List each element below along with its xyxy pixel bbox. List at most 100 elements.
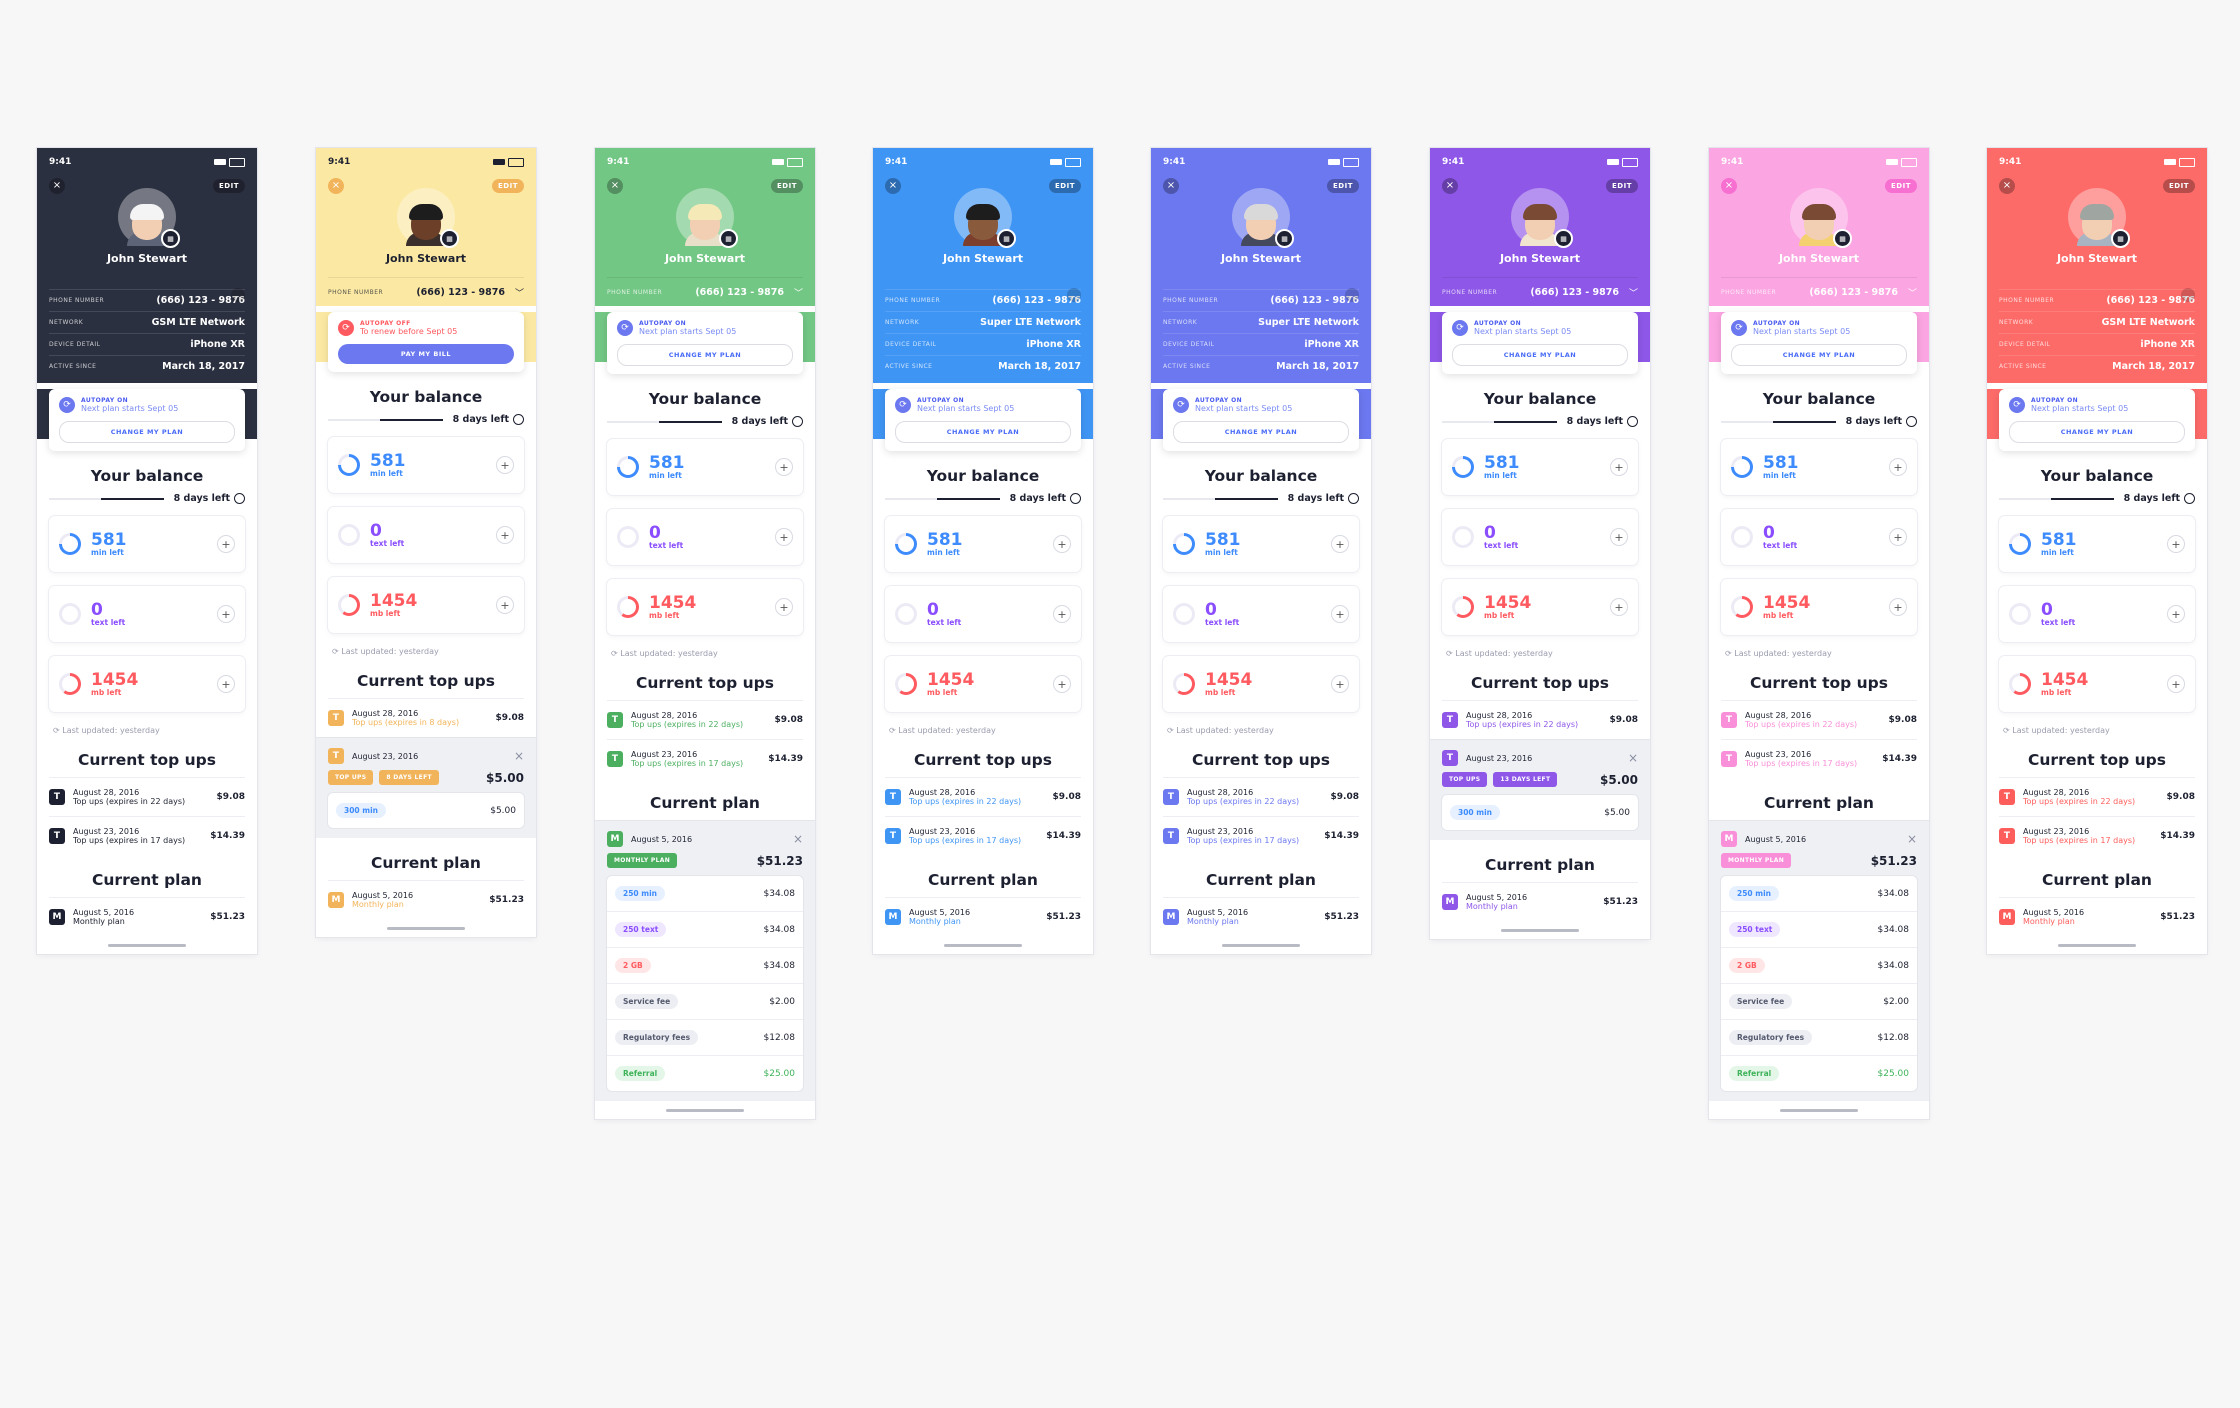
balance-card[interactable]: 581 min left + <box>607 439 803 495</box>
collapse-chevron-icon[interactable]: ︿ <box>231 288 245 302</box>
topup-row[interactable]: T August 28, 2016 Top ups (expires in 22 d… <box>1999 777 2195 816</box>
expand-chevron-icon[interactable]: ﹀ <box>515 286 524 299</box>
add-button[interactable]: + <box>1610 598 1628 616</box>
expand-chevron-icon[interactable]: ﹀ <box>794 286 803 299</box>
close-button[interactable]: × <box>1163 178 1179 194</box>
balance-card[interactable]: 581 min left + <box>1442 439 1638 495</box>
topup-row[interactable]: T August 28, 2016 Top ups (expires in 22 d… <box>1442 700 1638 739</box>
balance-card[interactable]: 0 text left + <box>328 507 524 563</box>
balance-card[interactable]: 1454 mb left + <box>1721 579 1917 635</box>
user-avatar[interactable]: ▦ <box>954 188 1016 248</box>
close-button[interactable]: × <box>1721 178 1737 194</box>
close-button[interactable]: × <box>1999 178 2015 194</box>
balance-card[interactable]: 581 min left + <box>328 437 524 493</box>
collapse-chevron-icon[interactable]: ︿ <box>2181 288 2195 302</box>
balance-card[interactable]: 1454 mb left + <box>1163 656 1359 712</box>
change-plan-button[interactable]: CHANGE MY PLAN <box>895 421 1071 443</box>
topup-row[interactable]: T August 23, 2016 Top ups (expires in 17 d… <box>607 739 803 778</box>
balance-card[interactable]: 1454 mb left + <box>328 577 524 633</box>
add-button[interactable]: + <box>1610 458 1628 476</box>
user-avatar[interactable]: ▦ <box>1511 188 1573 248</box>
add-button[interactable]: + <box>775 458 793 476</box>
balance-card[interactable]: 581 min left + <box>1163 516 1359 572</box>
change-plan-button[interactable]: CHANGE MY PLAN <box>1173 421 1349 443</box>
topup-row[interactable]: T August 23, 2016 Top ups (expires in 17 d… <box>885 816 1081 855</box>
change-plan-button[interactable]: CHANGE MY PLAN <box>2009 421 2185 443</box>
topup-row[interactable]: T August 23, 2016 Top ups (expires in 17 d… <box>49 816 245 855</box>
topup-row[interactable]: T August 23, 2016 Top ups (expires in 17 d… <box>1999 816 2195 855</box>
change-plan-button[interactable]: CHANGE MY PLAN <box>1731 344 1907 366</box>
collapse-chevron-icon[interactable]: ︿ <box>1067 288 1081 302</box>
balance-card[interactable]: 1454 mb left + <box>49 656 245 712</box>
topup-row[interactable]: T August 28, 2016 Top ups (expires in 8 da… <box>328 698 524 737</box>
plan-row[interactable]: M August 5, 2016 Monthly plan $51.23 <box>49 897 245 936</box>
topup-row[interactable]: T August 23, 2016 Top ups (expires in 17 d… <box>1721 739 1917 778</box>
balance-card[interactable]: 0 text left + <box>885 586 1081 642</box>
topup-row[interactable]: T August 28, 2016 Top ups (expires in 22 d… <box>49 777 245 816</box>
add-button[interactable]: + <box>775 598 793 616</box>
phone-row[interactable]: PHONE NUMBER (666) 123 - 9876 ﹀ <box>607 277 803 306</box>
change-plan-button[interactable]: CHANGE MY PLAN <box>617 344 793 366</box>
balance-card[interactable]: 1454 mb left + <box>1999 656 2195 712</box>
close-button[interactable]: × <box>49 178 65 194</box>
user-avatar[interactable]: ▦ <box>1790 188 1852 248</box>
collapse-chevron-icon[interactable]: ︿ <box>1345 288 1359 302</box>
plan-row[interactable]: M August 5, 2016 Monthly plan $51.23 <box>1163 897 1359 936</box>
phone-row[interactable]: PHONE NUMBER (666) 123 - 9876 ﹀ <box>328 277 524 306</box>
edit-button[interactable]: EDIT <box>2163 179 2195 193</box>
add-button[interactable]: + <box>1889 598 1907 616</box>
topup-row[interactable]: T August 28, 2016 Top ups (expires in 22 d… <box>607 700 803 739</box>
add-button[interactable]: + <box>2167 535 2185 553</box>
add-button[interactable]: + <box>1053 535 1071 553</box>
add-button[interactable]: + <box>496 596 514 614</box>
balance-card[interactable]: 1454 mb left + <box>607 579 803 635</box>
balance-card[interactable]: 0 text left + <box>1163 586 1359 642</box>
expand-chevron-icon[interactable]: ﹀ <box>1908 286 1917 299</box>
plan-row[interactable]: M August 5, 2016 Monthly plan $51.23 <box>328 880 524 919</box>
add-button[interactable]: + <box>217 605 235 623</box>
add-button[interactable]: + <box>1889 458 1907 476</box>
balance-card[interactable]: 1454 mb left + <box>885 656 1081 712</box>
close-button[interactable]: × <box>607 178 623 194</box>
phone-row[interactable]: PHONE NUMBER (666) 123 - 9876 ﹀ <box>1721 277 1917 306</box>
add-button[interactable]: + <box>1331 535 1349 553</box>
plan-row[interactable]: M August 5, 2016 Monthly plan $51.23 <box>1999 897 2195 936</box>
change-plan-button[interactable]: CHANGE MY PLAN <box>1452 344 1628 366</box>
balance-card[interactable]: 0 text left + <box>1442 509 1638 565</box>
close-button[interactable]: × <box>885 178 901 194</box>
add-button[interactable]: + <box>2167 675 2185 693</box>
add-button[interactable]: + <box>217 535 235 553</box>
user-avatar[interactable]: ▦ <box>118 188 180 248</box>
add-button[interactable]: + <box>496 526 514 544</box>
balance-card[interactable]: 581 min left + <box>1999 516 2195 572</box>
balance-card[interactable]: 0 text left + <box>1999 586 2195 642</box>
balance-card[interactable]: 0 text left + <box>49 586 245 642</box>
close-icon[interactable]: × <box>793 832 803 846</box>
close-button[interactable]: × <box>328 178 344 194</box>
edit-button[interactable]: EDIT <box>1606 179 1638 193</box>
balance-card[interactable]: 581 min left + <box>49 516 245 572</box>
edit-button[interactable]: EDIT <box>1327 179 1359 193</box>
add-button[interactable]: + <box>1331 675 1349 693</box>
edit-button[interactable]: EDIT <box>1885 179 1917 193</box>
close-icon[interactable]: × <box>514 749 524 763</box>
add-button[interactable]: + <box>1889 528 1907 546</box>
balance-card[interactable]: 581 min left + <box>1721 439 1917 495</box>
user-avatar[interactable]: ▦ <box>1232 188 1294 248</box>
balance-card[interactable]: 581 min left + <box>885 516 1081 572</box>
add-button[interactable]: + <box>1053 675 1071 693</box>
add-button[interactable]: + <box>1331 605 1349 623</box>
edit-button[interactable]: EDIT <box>492 179 524 193</box>
phone-row[interactable]: PHONE NUMBER (666) 123 - 9876 ﹀ <box>1442 277 1638 306</box>
add-button[interactable]: + <box>217 675 235 693</box>
user-avatar[interactable]: ▦ <box>2068 188 2130 248</box>
topup-row[interactable]: T August 28, 2016 Top ups (expires in 22 d… <box>885 777 1081 816</box>
edit-button[interactable]: EDIT <box>771 179 803 193</box>
close-icon[interactable]: × <box>1628 751 1638 765</box>
topup-row[interactable]: T August 23, 2016 Top ups (expires in 17 d… <box>1163 816 1359 855</box>
edit-button[interactable]: EDIT <box>213 179 245 193</box>
add-button[interactable]: + <box>775 528 793 546</box>
balance-card[interactable]: 1454 mb left + <box>1442 579 1638 635</box>
edit-button[interactable]: EDIT <box>1049 179 1081 193</box>
plan-row[interactable]: M August 5, 2016 Monthly plan $51.23 <box>885 897 1081 936</box>
